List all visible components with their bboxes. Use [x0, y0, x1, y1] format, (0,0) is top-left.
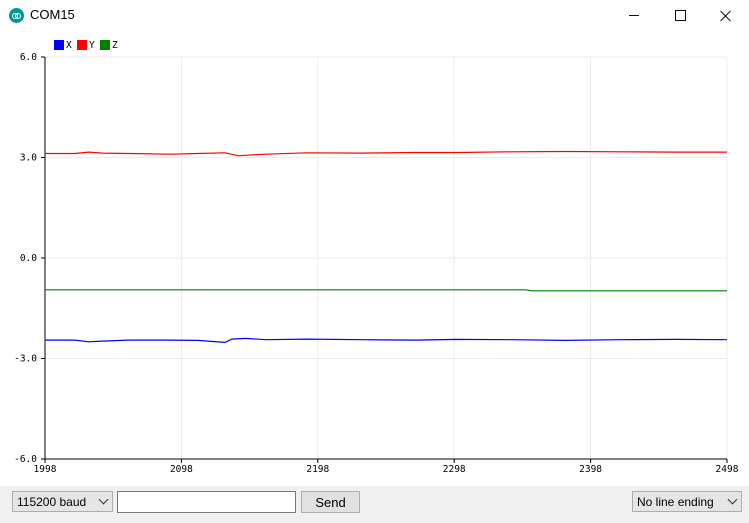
series-line-x [45, 337, 728, 344]
title-bar: COM15 [0, 0, 749, 31]
legend-swatch-x [54, 40, 64, 50]
chevron-down-icon [98, 494, 109, 505]
x-tick-label: 2098 [170, 464, 193, 475]
serial-input[interactable] [117, 491, 296, 513]
legend-swatch-z [100, 40, 110, 50]
close-button[interactable] [703, 0, 749, 31]
chevron-down-icon [727, 494, 738, 505]
series-line-y [45, 150, 727, 157]
series-line-z [45, 289, 727, 292]
y-tick-label: 3.0 [20, 153, 37, 164]
line-ending-select[interactable]: No line ending [632, 491, 742, 512]
line-ending-value: No line ending [637, 494, 714, 509]
minimize-button[interactable] [611, 0, 657, 31]
baud-rate-value: 115200 baud [17, 494, 87, 509]
x-tick-label: 2498 [716, 464, 739, 475]
maximize-button[interactable] [657, 0, 703, 31]
x-tick-label: 1998 [34, 464, 57, 475]
send-button[interactable]: Send [301, 491, 360, 513]
window-title: COM15 [30, 7, 75, 22]
minimize-icon [629, 15, 639, 16]
x-tick-label: 2298 [443, 464, 466, 475]
y-tick-label: 6.0 [20, 52, 37, 63]
y-tick-label: -3.0 [14, 354, 37, 365]
legend-label-x: X [66, 40, 72, 51]
baud-rate-select[interactable]: 115200 baud [12, 491, 113, 512]
arduino-icon [9, 8, 24, 23]
y-tick-label: 0.0 [20, 253, 37, 264]
legend-swatch-y [77, 40, 87, 50]
legend-label-y: Y [89, 40, 95, 51]
close-icon [720, 10, 732, 22]
serial-plotter-chart: 6.03.00.0-3.0-6.01998 2098 2198 2298 2398 249… [14, 40, 739, 475]
maximize-icon [674, 10, 686, 21]
legend-label-z: Z [112, 40, 118, 51]
x-tick-label: 2198 [306, 464, 329, 475]
x-tick-label: 2398 [579, 464, 602, 475]
